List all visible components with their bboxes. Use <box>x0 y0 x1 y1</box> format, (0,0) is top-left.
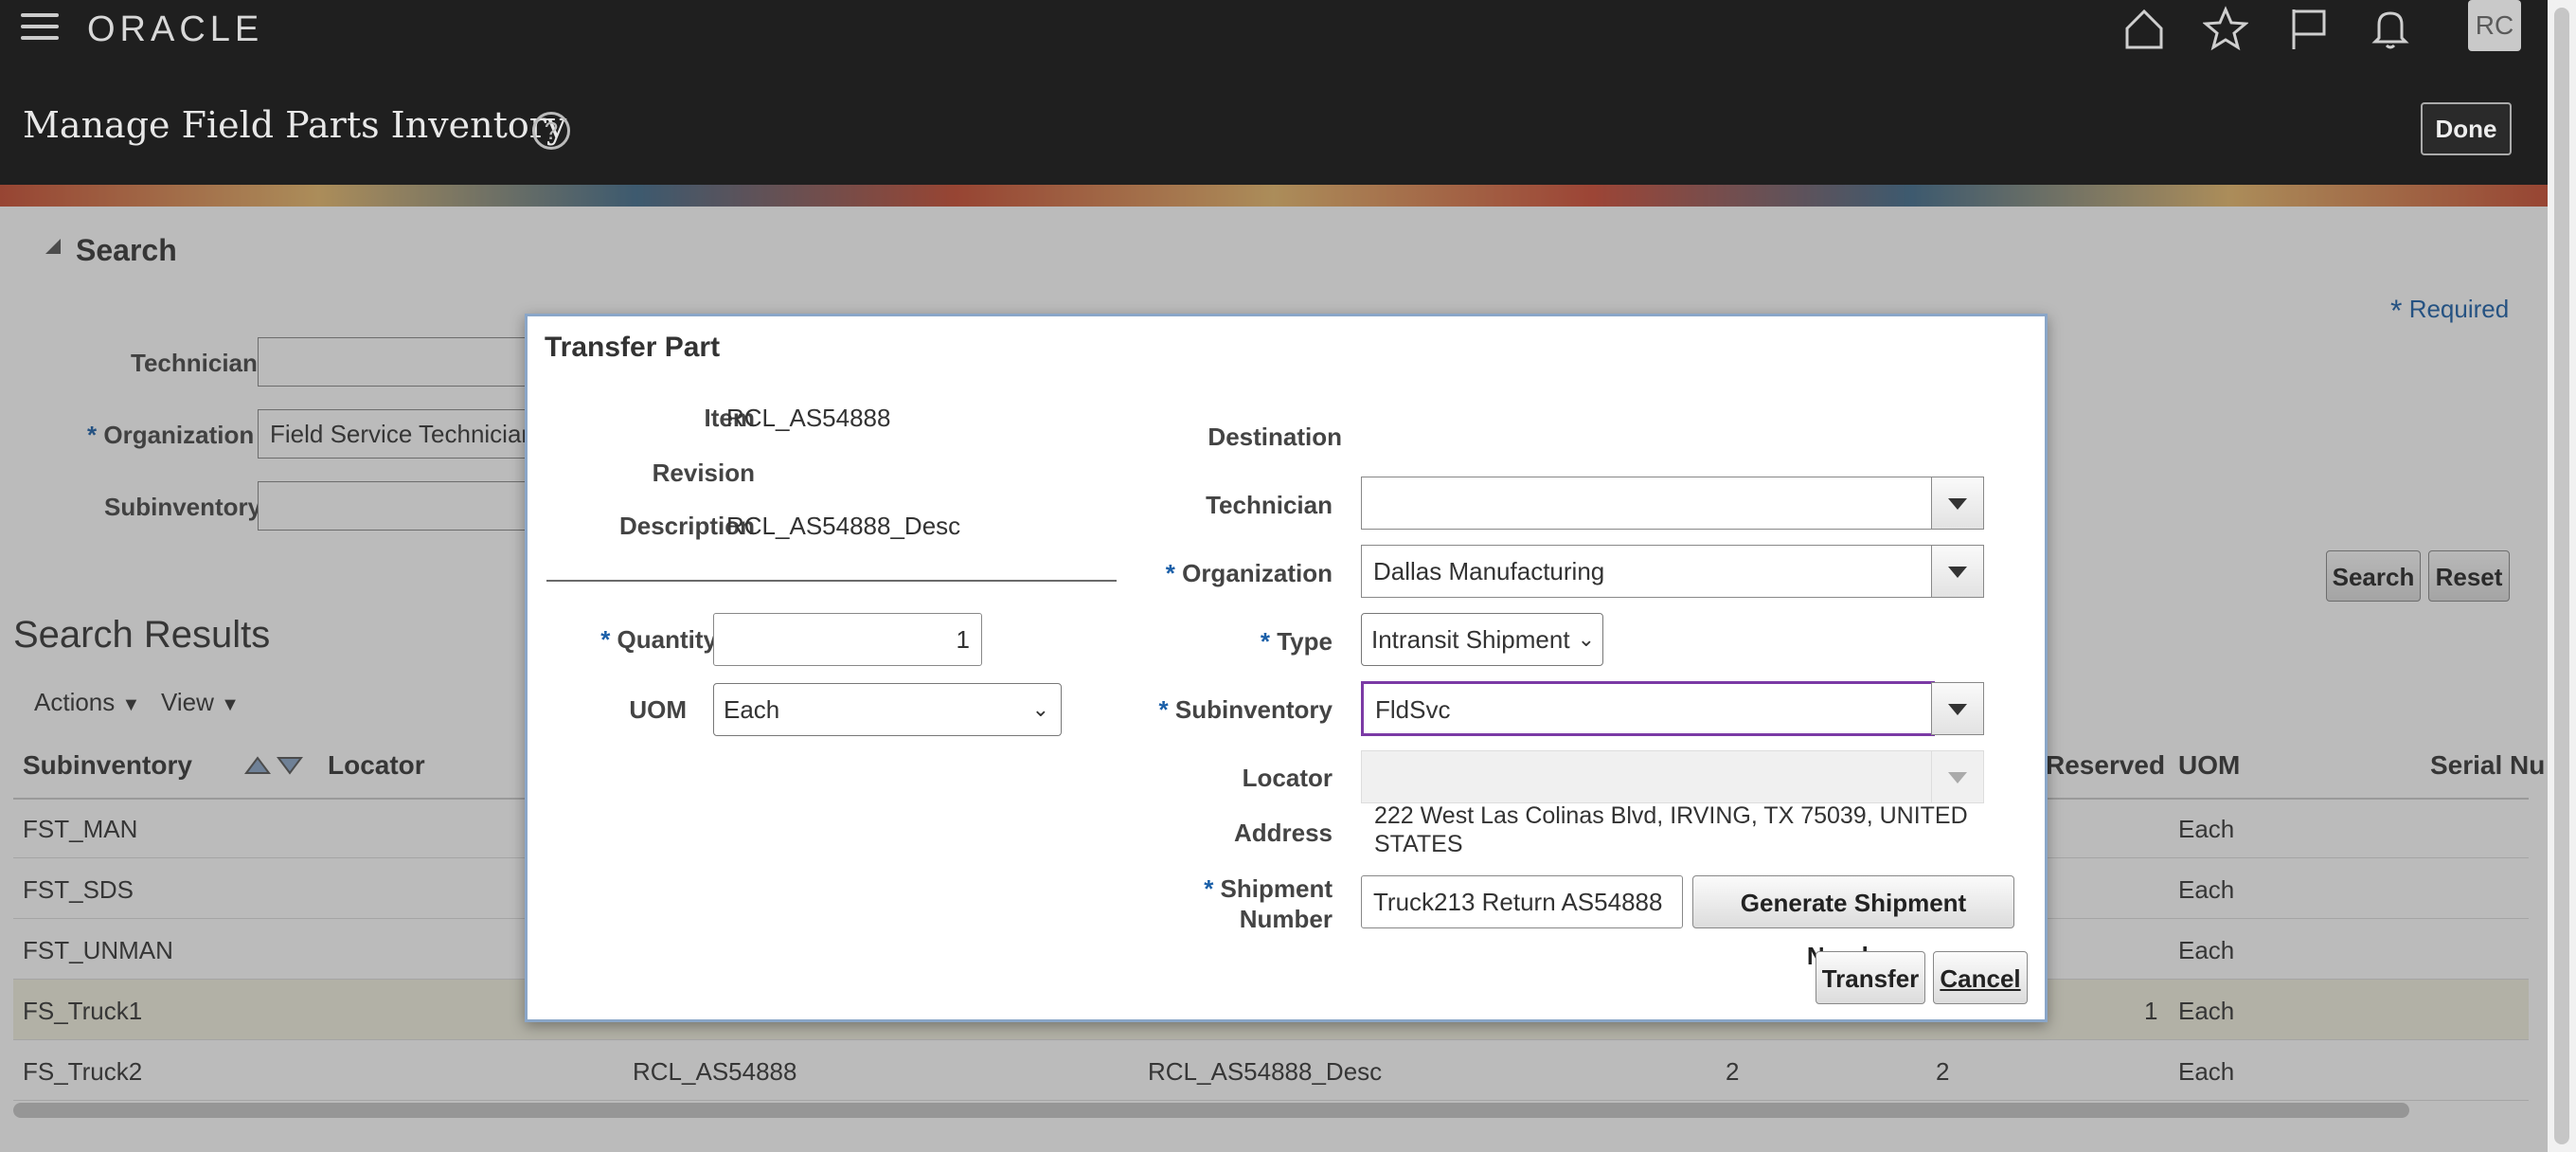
locator-input-disabled <box>1361 750 1935 803</box>
transfer-button[interactable]: Transfer <box>1816 951 1925 1004</box>
shipment-label-line-1: Shipment <box>1220 874 1333 903</box>
subinventory-dropdown-button[interactable] <box>1931 682 1984 735</box>
user-avatar[interactable]: RC <box>2468 0 2521 51</box>
item-value: RCL_AS54888 <box>726 404 891 432</box>
uom-select-value: Each <box>724 695 780 724</box>
hamburger-menu-icon[interactable] <box>21 13 59 42</box>
shipment-number-input[interactable]: Truck213 Return AS54888 <box>1361 875 1683 928</box>
dialog-title: Transfer Part <box>545 332 721 363</box>
vertical-scrollbar[interactable] <box>2548 0 2576 1152</box>
description-value: RCL_AS54888_Desc <box>726 512 961 540</box>
revision-label: Revision <box>652 459 755 487</box>
type-select[interactable]: Intransit Shipment ⌄ <box>1361 613 1603 666</box>
organization-dropdown-button[interactable] <box>1931 545 1984 598</box>
top-header: ORACLE RC Manage Field Parts Inventory ?… <box>0 0 2548 185</box>
bell-icon[interactable] <box>2368 6 2413 51</box>
address-label: Address <box>1233 819 1333 847</box>
chevron-down-icon <box>1948 772 1967 783</box>
type-label-text: Type <box>1277 627 1333 656</box>
organization-label: * Organization <box>1105 559 1333 588</box>
locator-label: Locator <box>1242 764 1333 792</box>
chevron-down-icon: ⌄ <box>1031 697 1049 721</box>
quantity-label: * Quantity <box>565 625 717 655</box>
organization-input[interactable]: Dallas Manufacturing <box>1361 545 1935 598</box>
type-label: * Type <box>1153 627 1333 657</box>
uom-select[interactable]: Each ⌄ <box>713 683 1062 736</box>
subinventory-label-text: Subinventory <box>1174 695 1333 724</box>
chevron-down-icon: ⌄ <box>1577 627 1595 651</box>
type-select-value: Intransit Shipment <box>1371 625 1570 654</box>
technician-dropdown-button[interactable] <box>1931 477 1984 530</box>
required-asterisk: * <box>600 625 611 654</box>
cancel-button[interactable]: Cancel <box>1933 951 2028 1004</box>
subinventory-input[interactable]: FldSvc <box>1361 681 1935 736</box>
required-asterisk: * <box>1158 695 1169 724</box>
chevron-down-icon <box>1948 498 1967 510</box>
generate-shipment-number-button[interactable]: Generate Shipment Number <box>1692 875 2014 970</box>
page-title: Manage Field Parts Inventory <box>23 104 567 146</box>
chevron-down-icon <box>1948 704 1967 715</box>
required-asterisk: * <box>1260 627 1270 656</box>
organization-label-text: Organization <box>1182 559 1333 587</box>
help-icon[interactable]: ? <box>532 112 570 150</box>
required-asterisk: * <box>1204 874 1214 903</box>
shipment-label-line-2: Number <box>1239 905 1333 933</box>
done-button[interactable]: Done <box>2421 102 2512 155</box>
destination-label: Destination <box>1208 423 1342 451</box>
technician-label: Technician <box>1206 491 1333 519</box>
uom-label: UOM <box>629 695 687 724</box>
locator-dropdown-button <box>1931 750 1984 803</box>
description-label: Description <box>618 512 755 540</box>
quantity-input[interactable]: 1 <box>713 613 982 666</box>
technician-input[interactable] <box>1361 477 1935 530</box>
address-value: 222 West Las Colinas Blvd, IRVING, TX 75… <box>1374 801 1968 858</box>
divider <box>546 580 1117 582</box>
address-line-2: STATES <box>1374 831 1463 857</box>
vertical-scrollbar-thumb[interactable] <box>2554 8 2569 1144</box>
subinventory-label: * Subinventory <box>1105 695 1333 725</box>
transfer-part-dialog: Transfer Part Item RCL_AS54888 Revision … <box>525 314 2048 1022</box>
flag-icon[interactable] <box>2286 6 2332 51</box>
star-icon[interactable] <box>2203 6 2248 51</box>
home-icon[interactable] <box>2121 6 2167 51</box>
shipment-number-label: * Shipment Number <box>1134 873 1333 934</box>
chevron-down-icon <box>1948 567 1967 578</box>
address-line-1: 222 West Las Colinas Blvd, IRVING, TX 75… <box>1374 802 1968 829</box>
required-asterisk: * <box>1165 559 1175 587</box>
quantity-label-text: Quantity <box>617 625 717 654</box>
oracle-logo: ORACLE <box>87 9 264 49</box>
